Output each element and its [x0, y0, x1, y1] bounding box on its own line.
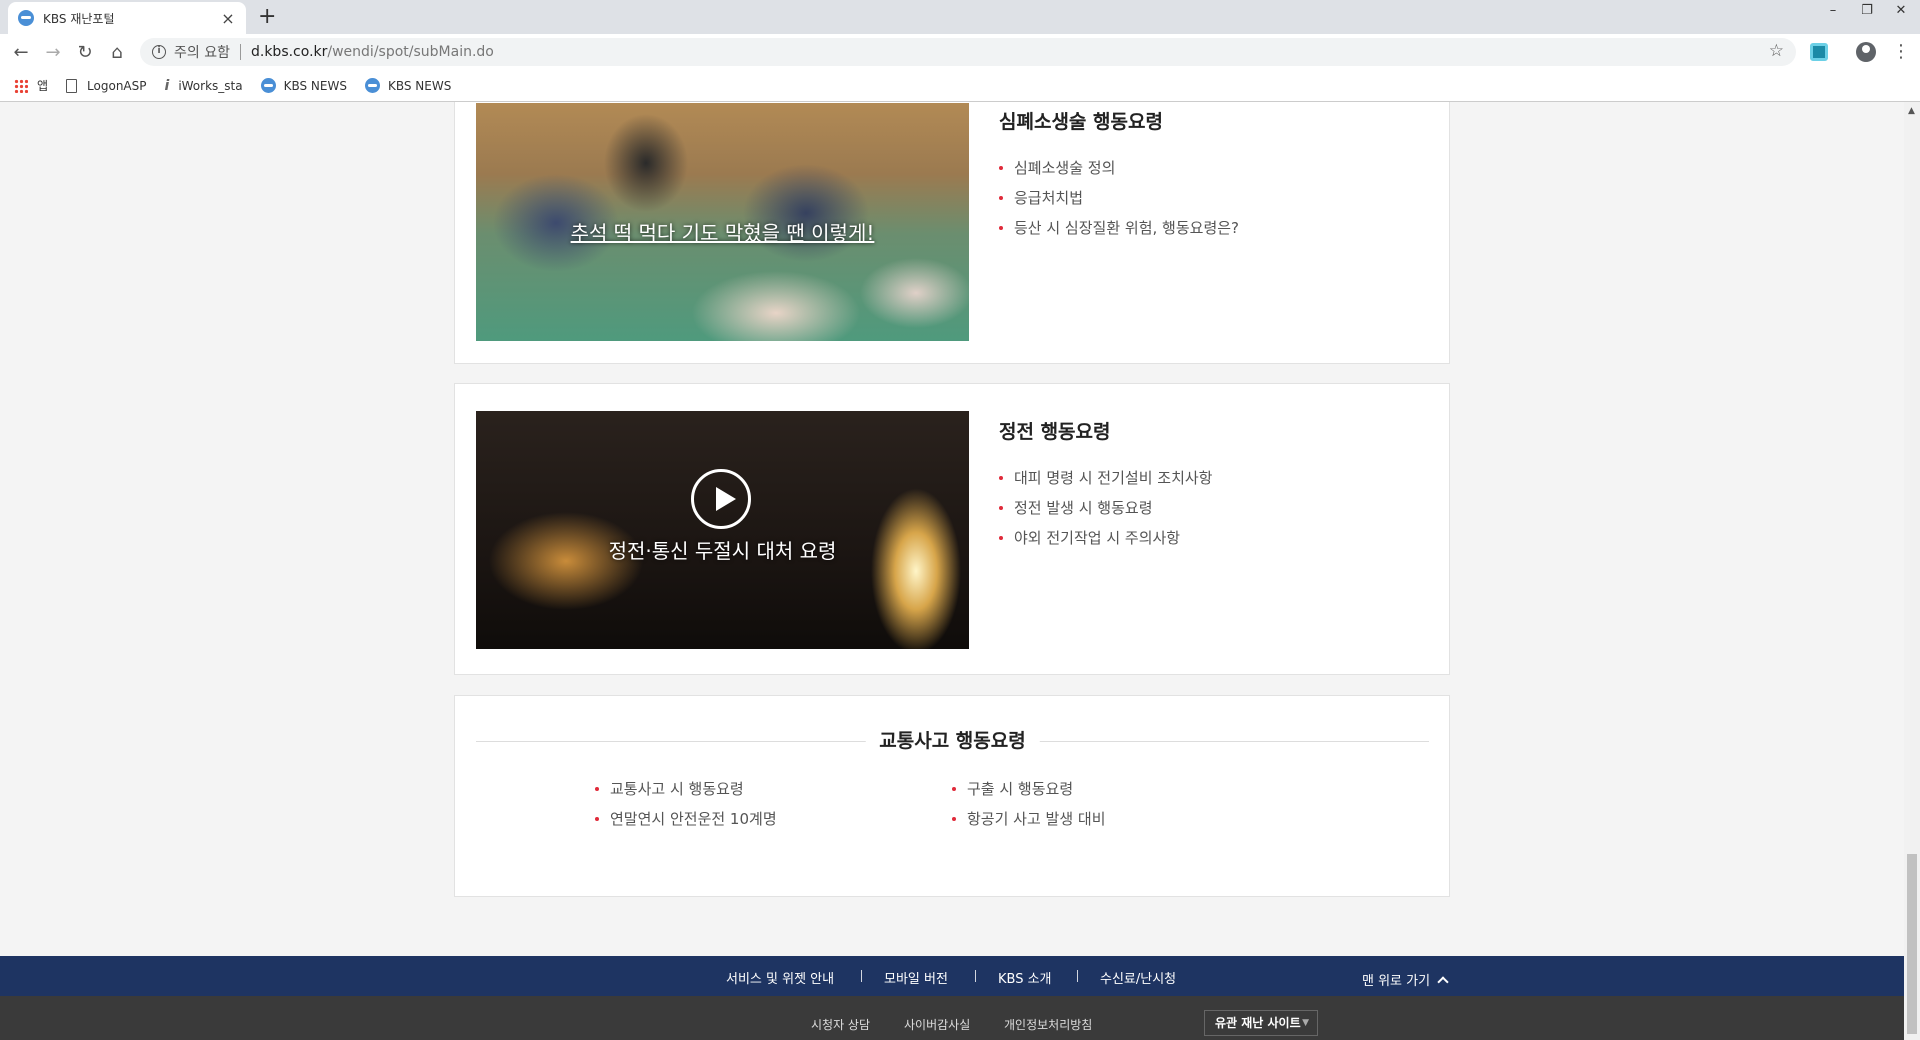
list-item[interactable]: 심폐소생술 정의: [999, 153, 1239, 183]
new-tab-button[interactable]: +: [258, 4, 276, 30]
blackout-info: 정전 행동요령 대피 명령 시 전기설비 조치사항 정전 발생 시 행동요령 야…: [999, 417, 1212, 553]
blackout-video-caption[interactable]: 정전·통신 두절시 대처 요령: [476, 535, 969, 564]
scrollbar-thumb[interactable]: [1907, 854, 1917, 1034]
list-item[interactable]: 정전 발생 시 행동요령: [999, 493, 1212, 523]
list-item[interactable]: 연말연시 안전운전 10계명: [595, 804, 777, 834]
traffic-card: 교통사고 행동요령 교통사고 시 행동요령 연말연시 안전운전 10계명 구출 …: [454, 695, 1450, 897]
traffic-title[interactable]: 교통사고 행동요령: [865, 726, 1040, 753]
list-item[interactable]: 항공기 사고 발생 대비: [952, 804, 1106, 834]
bookmark-kbs-news-2[interactable]: KBS NEWS: [364, 78, 452, 93]
address-bar[interactable]: i 주의 요함 d.kbs.co.kr/wendi/spot/subMain.d…: [140, 38, 1796, 66]
footer-divider: [975, 970, 976, 982]
tab-strip: KBS 재난포털 × + – ❐ ✕: [0, 0, 1920, 34]
footer-divider: [1077, 970, 1078, 982]
browser-toolbar: ← → ↻ ⌂ i 주의 요함 d.kbs.co.kr/wendi/spot/s…: [0, 34, 1920, 70]
home-button[interactable]: ⌂: [104, 40, 130, 66]
traffic-left-column: 교통사고 시 행동요령 연말연시 안전운전 10계명: [595, 774, 777, 834]
footer-link-service[interactable]: 서비스 및 위젯 안내: [726, 968, 834, 987]
related-sites-select[interactable]: 유관 재난 사이트 ▼: [1204, 1010, 1318, 1036]
footer-link-audit[interactable]: 사이버감사실: [904, 1016, 970, 1033]
bookmarks-bar: 앱 LogonASP i iWorks_sta KBS NEWS KBS NEWS: [0, 70, 1920, 102]
page-viewport: 추석 떡 먹다 기도 막혔을 땐 이렇게! 심폐소생술 행동요령 심폐소생술 정…: [0, 102, 1904, 1040]
tab-close-icon[interactable]: ×: [220, 9, 236, 28]
traffic-heading: 교통사고 행동요령: [476, 726, 1429, 756]
cpr-list: 심폐소생술 정의 응급처치법 등산 시 심장질환 위험, 행동요령은?: [999, 153, 1239, 243]
cpr-title[interactable]: 심폐소생술 행동요령: [999, 107, 1239, 134]
restore-button[interactable]: ❐: [1850, 0, 1884, 24]
list-item[interactable]: 등산 시 심장질환 위험, 행동요령은?: [999, 213, 1239, 243]
iworks-icon: i: [164, 77, 170, 94]
bookmark-label: 앱: [37, 79, 49, 93]
cpr-video-caption[interactable]: 추석 떡 먹다 기도 막혔을 땐 이렇게!: [476, 217, 969, 246]
back-button[interactable]: ←: [8, 40, 34, 66]
vertical-scrollbar[interactable]: ▲: [1904, 102, 1920, 1040]
bookmark-label: KBS NEWS: [283, 78, 347, 93]
tab-title: KBS 재난포털: [43, 11, 115, 26]
bookmark-star-icon[interactable]: ☆: [1769, 41, 1784, 61]
blackout-list: 대피 명령 시 전기설비 조치사항 정전 발생 시 행동요령 야외 전기작업 시…: [999, 463, 1212, 553]
url-host: d.kbs.co.kr: [250, 44, 328, 60]
scroll-up-icon[interactable]: ▲: [1908, 106, 1915, 116]
footer-link-mobile[interactable]: 모바일 버전: [884, 968, 948, 987]
list-item[interactable]: 응급처치법: [999, 183, 1239, 213]
reload-button[interactable]: ↻: [72, 40, 98, 66]
bookmark-label: iWorks_sta: [178, 78, 243, 93]
footer-divider: [861, 970, 862, 982]
bookmark-logonasp[interactable]: LogonASP: [66, 78, 147, 93]
forward-button[interactable]: →: [40, 40, 66, 66]
minimize-button[interactable]: –: [1816, 0, 1850, 24]
close-window-button[interactable]: ✕: [1884, 0, 1918, 24]
related-sites-label: 유관 재난 사이트: [1215, 1016, 1301, 1030]
bookmark-label: KBS NEWS: [387, 78, 452, 93]
list-item[interactable]: 대피 명령 시 전기설비 조치사항: [999, 463, 1212, 493]
bookmark-apps[interactable]: 앱: [14, 77, 48, 94]
traffic-right-column: 구출 시 행동요령 항공기 사고 발생 대비: [952, 774, 1106, 834]
extension-icon[interactable]: [1810, 43, 1828, 61]
blackout-video-thumbnail[interactable]: 정전·통신 두절시 대처 요령: [476, 411, 969, 649]
kbs-icon: [260, 78, 276, 93]
footer-nav: 서비스 및 위젯 안내 모바일 버전 KBS 소개 수신료/난시청 맨 위로 가…: [0, 956, 1904, 996]
apps-icon: [14, 78, 28, 93]
bookmark-label: LogonASP: [87, 78, 147, 93]
footer-link-privacy[interactable]: 개인정보처리방침: [1004, 1016, 1092, 1033]
list-item[interactable]: 구출 시 행동요령: [952, 774, 1106, 804]
address-divider: [239, 44, 241, 60]
play-icon[interactable]: [691, 469, 751, 529]
footer-link-fee[interactable]: 수신료/난시청: [1100, 968, 1176, 987]
list-item[interactable]: 야외 전기작업 시 주의사항: [999, 523, 1212, 553]
cpr-video-thumbnail[interactable]: 추석 떡 먹다 기도 막혔을 땐 이렇게!: [476, 103, 969, 341]
cpr-card: 추석 떡 먹다 기도 막혔을 땐 이렇게! 심폐소생술 행동요령 심폐소생술 정…: [454, 102, 1450, 364]
security-warning: 주의 요함: [174, 45, 230, 61]
bookmark-iworks[interactable]: i iWorks_sta: [165, 78, 243, 94]
footer-link-viewer[interactable]: 시청자 상담: [811, 1016, 870, 1033]
kbs-favicon-icon: [18, 10, 34, 26]
url-path: /wendi/spot/subMain.do: [327, 44, 494, 60]
blackout-card: 정전·통신 두절시 대처 요령 정전 행동요령 대피 명령 시 전기설비 조치사…: [454, 383, 1450, 675]
back-to-top-label: 맨 위로 가기: [1362, 974, 1431, 989]
menu-icon[interactable]: ⋮: [1892, 39, 1910, 65]
kbs-icon: [364, 78, 380, 93]
info-icon[interactable]: i: [152, 45, 166, 59]
footer-link-about[interactable]: KBS 소개: [998, 968, 1052, 987]
profile-icon[interactable]: [1856, 42, 1876, 62]
footer-bottom: 시청자 상담 사이버감사실 개인정보처리방침 유관 재난 사이트 ▼: [0, 996, 1904, 1040]
page-icon: [66, 78, 78, 93]
browser-tab[interactable]: KBS 재난포털 ×: [8, 2, 246, 34]
cpr-info: 심폐소생술 행동요령 심폐소생술 정의 응급처치법 등산 시 심장질환 위험, …: [999, 107, 1239, 243]
blackout-title[interactable]: 정전 행동요령: [999, 417, 1212, 444]
back-to-top-link[interactable]: 맨 위로 가기: [1362, 970, 1449, 989]
list-item[interactable]: 교통사고 시 행동요령: [595, 774, 777, 804]
chevron-down-icon: ▼: [1302, 1018, 1309, 1028]
chevron-up-icon: [1437, 975, 1449, 988]
bookmark-kbs-news-1[interactable]: KBS NEWS: [260, 78, 347, 93]
